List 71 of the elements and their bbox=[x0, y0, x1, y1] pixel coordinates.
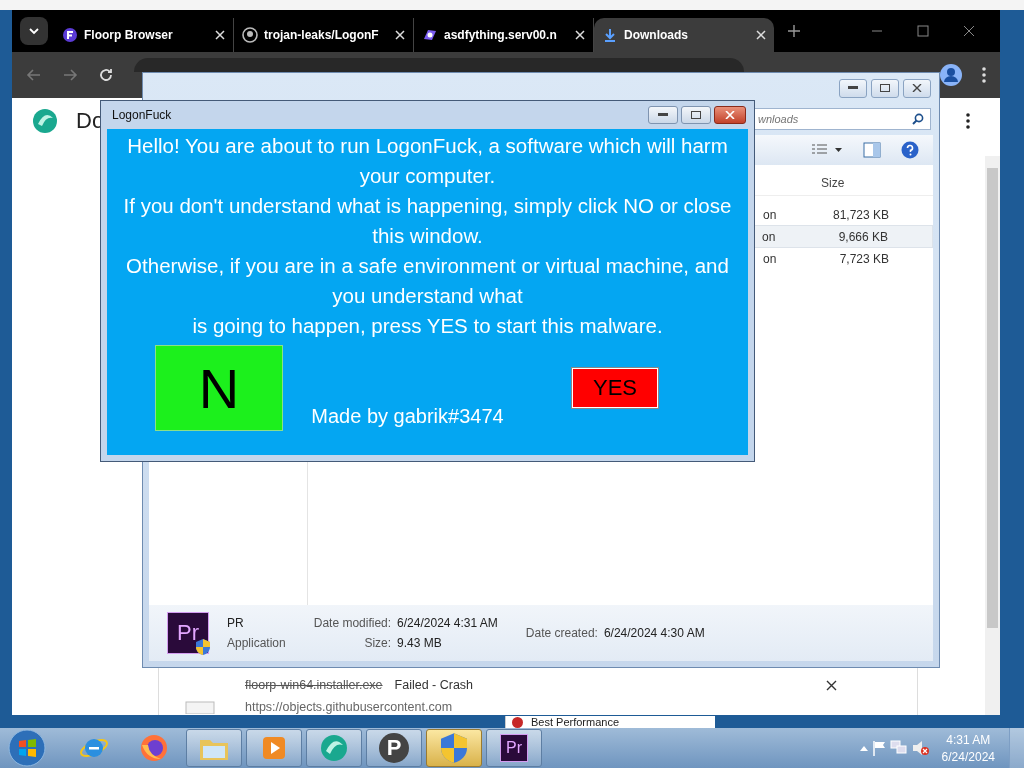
yes-button[interactable]: YES bbox=[572, 368, 658, 408]
taskbar-app-button[interactable] bbox=[426, 729, 482, 767]
premiere-icon: Pr bbox=[500, 734, 528, 762]
field-label: Size: bbox=[363, 636, 392, 650]
column-header[interactable]: Size bbox=[801, 176, 893, 190]
close-icon[interactable] bbox=[963, 25, 975, 37]
floorp-logo-icon bbox=[32, 108, 58, 134]
minimize-icon bbox=[848, 86, 858, 90]
start-button[interactable] bbox=[8, 729, 46, 767]
maximize-icon[interactable] bbox=[917, 25, 929, 37]
taskbar-app-button[interactable]: P bbox=[366, 729, 422, 767]
site-icon bbox=[422, 27, 438, 43]
app-icon bbox=[512, 716, 523, 728]
warning-text: If you don't understand what is happening, simply click NO or close this window. bbox=[122, 193, 733, 249]
no-button[interactable]: N bbox=[155, 345, 283, 431]
flag-icon[interactable] bbox=[871, 740, 886, 756]
maximize-button[interactable] bbox=[681, 106, 711, 124]
warning-text: is going to happen, press YES to start this malware. bbox=[192, 313, 663, 339]
minimize-button[interactable] bbox=[648, 106, 678, 124]
taskbar-app-button[interactable] bbox=[306, 729, 362, 767]
window-title: LogonFuck bbox=[112, 108, 172, 122]
download-status: Failed - Crash bbox=[394, 678, 474, 692]
shield-icon bbox=[441, 733, 467, 763]
field-value: 6/24/2024 4:31 AM bbox=[397, 616, 498, 630]
floorp-icon bbox=[62, 27, 78, 43]
tab-list-button[interactable] bbox=[20, 17, 48, 45]
file-name: PR bbox=[227, 616, 245, 630]
forward-icon[interactable] bbox=[62, 67, 78, 83]
close-button[interactable] bbox=[714, 106, 746, 124]
profile-avatar-icon[interactable] bbox=[940, 64, 962, 86]
maximize-button[interactable] bbox=[871, 78, 899, 98]
menu-icon[interactable] bbox=[982, 67, 986, 83]
maximize-icon bbox=[691, 111, 701, 119]
file-name[interactable]: floorp-win64.installer.exe bbox=[245, 678, 383, 692]
minimize-button[interactable] bbox=[839, 78, 867, 98]
reload-icon[interactable] bbox=[98, 67, 114, 83]
more-options-icon[interactable] bbox=[966, 113, 970, 129]
media-player-icon bbox=[260, 734, 288, 762]
scrollbar[interactable] bbox=[985, 156, 1000, 715]
premiere-file-icon: Pr bbox=[167, 612, 209, 654]
maximize-icon bbox=[880, 84, 890, 92]
speaker-muted-icon[interactable] bbox=[911, 740, 930, 756]
view-options-icon[interactable] bbox=[811, 143, 843, 157]
close-icon[interactable] bbox=[826, 680, 837, 691]
fox-globe-icon bbox=[139, 733, 169, 763]
search-icon bbox=[912, 113, 924, 125]
download-url[interactable]: https://objects.githubusercontent.com bbox=[245, 700, 796, 714]
credit-text: Made by gabrik#3474 bbox=[310, 405, 505, 428]
file-type: Application bbox=[227, 636, 286, 650]
close-icon bbox=[725, 111, 735, 119]
field-value: 9.43 MB bbox=[397, 636, 443, 650]
back-icon[interactable] bbox=[26, 67, 42, 83]
download-icon bbox=[602, 27, 618, 43]
taskbar-app-button[interactable] bbox=[246, 729, 302, 767]
help-icon[interactable] bbox=[901, 141, 919, 159]
new-tab-icon[interactable] bbox=[788, 25, 800, 37]
close-button[interactable] bbox=[903, 78, 931, 98]
github-icon bbox=[242, 27, 258, 43]
field-label: Date modified: bbox=[313, 616, 392, 630]
close-icon bbox=[912, 84, 922, 92]
minimize-icon bbox=[658, 113, 668, 117]
taskbar-app-button[interactable]: Pr bbox=[486, 729, 542, 767]
browser-tab[interactable]: Downloads bbox=[594, 18, 774, 52]
field-value: 6/24/2024 4:30 AM bbox=[603, 626, 705, 640]
floorp-logo-icon bbox=[319, 733, 349, 763]
chevron-down-icon bbox=[29, 27, 39, 35]
field-label: Date created: bbox=[525, 626, 598, 640]
warning-text: Hello! You are about to run LogonFuck, a software which will harm your computer. bbox=[126, 133, 729, 189]
psiphon-logo-icon: P bbox=[379, 733, 409, 763]
notification-chip[interactable]: Best Performance bbox=[505, 716, 715, 728]
taskbar-app-button[interactable] bbox=[186, 729, 242, 767]
